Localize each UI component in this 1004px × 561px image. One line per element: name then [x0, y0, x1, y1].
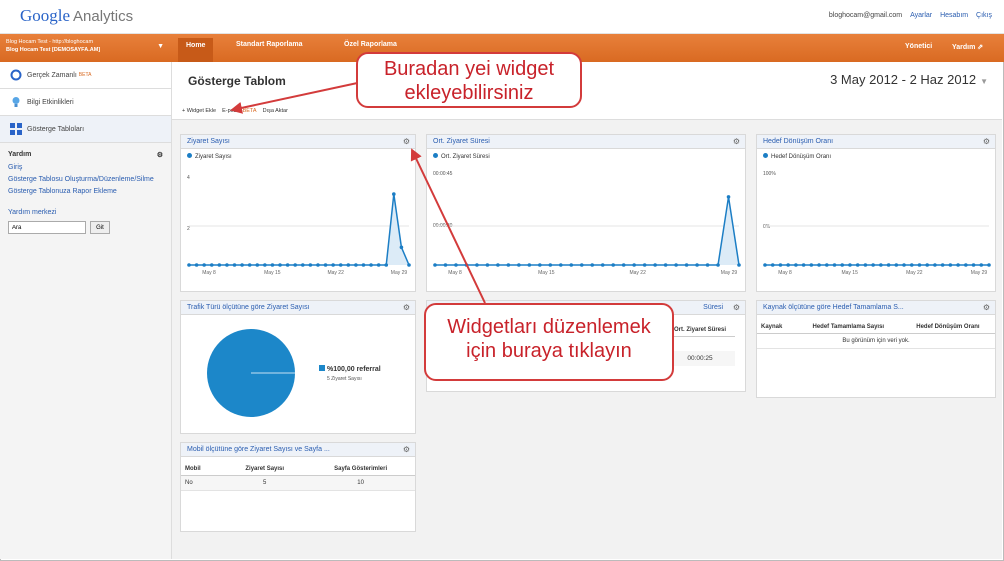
annotation-line: Widgetları düzenlemek [447, 316, 651, 338]
annotation-line: ekleyebilirsiniz [404, 82, 534, 104]
annotation-line: Buradan yei widget [383, 58, 555, 80]
arrow-to-gear [410, 148, 486, 304]
annotation-line: için buraya tıklayın [466, 340, 632, 362]
annotation-edit-widget: Widgetları düzenlemek için buraya tıklay… [424, 303, 674, 381]
arrow-to-add-widget [230, 81, 363, 114]
annotation-add-widget: Buradan yei widget ekleyebilirsiniz [356, 52, 582, 108]
